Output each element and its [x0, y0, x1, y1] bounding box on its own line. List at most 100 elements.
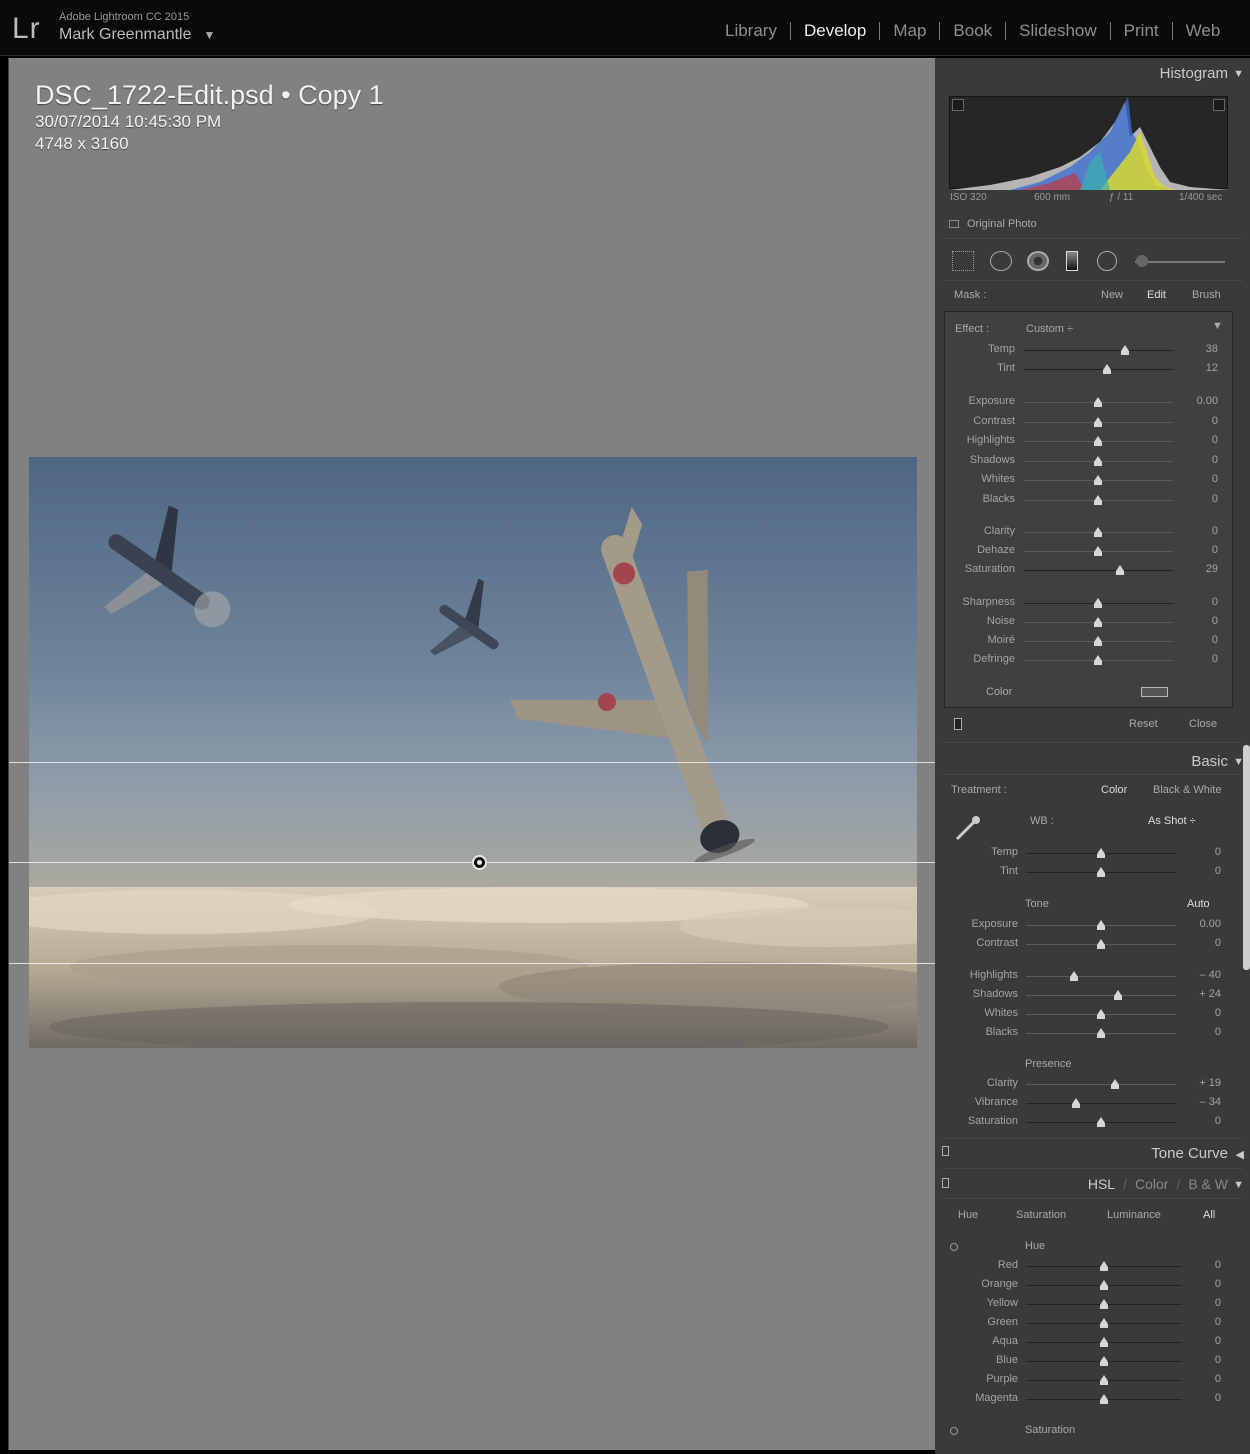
wb-eyedropper-icon[interactable]	[953, 813, 983, 843]
wb-select[interactable]: As Shot ÷	[1148, 815, 1196, 827]
tone-curve-expand-triangle-icon[interactable]: ◀	[1236, 1148, 1244, 1161]
hsl-subtab-luminance[interactable]: Luminance	[1107, 1209, 1161, 1221]
effect-sharpness-value[interactable]: 0	[1178, 596, 1218, 608]
tone-curve-switch-icon[interactable]	[942, 1146, 949, 1156]
basic-highlights-value[interactable]: – 40	[1181, 969, 1221, 981]
image-canvas[interactable]: DSC_1722-Edit.psd • Copy 1 30/07/2014 10…	[8, 58, 935, 1450]
basic-temp-value[interactable]: 0	[1181, 846, 1221, 858]
slider-thumb[interactable]	[1094, 617, 1102, 627]
user-menu-arrow-icon[interactable]: ▼	[204, 28, 216, 42]
slider-thumb[interactable]	[1094, 397, 1102, 407]
histogram-header[interactable]: Histogram	[1160, 65, 1228, 82]
brush-size-slider[interactable]	[1135, 261, 1225, 263]
slider-thumb[interactable]	[1100, 1394, 1108, 1404]
tone-curve-header[interactable]: Tone Curve	[1151, 1145, 1228, 1162]
basic-vibrance-value[interactable]: – 34	[1181, 1096, 1221, 1108]
slider-thumb[interactable]	[1070, 971, 1078, 981]
basic-highlights-slider[interactable]	[1026, 971, 1176, 981]
slider-thumb[interactable]	[1100, 1375, 1108, 1385]
effect-collapse-triangle-icon[interactable]: ▼	[1212, 320, 1223, 332]
basic-blacks-slider[interactable]	[1026, 1028, 1176, 1038]
slider-thumb[interactable]	[1094, 598, 1102, 608]
gradient-guide-line[interactable]	[9, 762, 935, 763]
spot-removal-icon[interactable]	[990, 251, 1012, 271]
hue-green-value[interactable]: 0	[1181, 1316, 1221, 1328]
effect-noise-slider[interactable]	[1023, 617, 1173, 627]
slider-thumb[interactable]	[1094, 527, 1102, 537]
highlight-clipping-icon[interactable]	[1213, 99, 1225, 111]
effect-blacks-slider[interactable]	[1023, 494, 1173, 505]
effect-blacks-value[interactable]: 0	[1178, 493, 1218, 505]
hue-magenta-slider[interactable]	[1026, 1394, 1182, 1404]
effect-sharpness-slider[interactable]	[1023, 598, 1173, 608]
hue-aqua-slider[interactable]	[1026, 1337, 1182, 1347]
basic-blacks-value[interactable]: 0	[1181, 1026, 1221, 1038]
effect-dehaze-value[interactable]: 0	[1178, 544, 1218, 556]
slider-thumb[interactable]	[1111, 1079, 1120, 1089]
hue-blue-slider[interactable]	[1026, 1356, 1182, 1366]
hue-red-slider[interactable]	[1026, 1261, 1182, 1271]
module-print[interactable]: Print	[1111, 22, 1173, 40]
hsl-subtab-hue[interactable]: Hue	[958, 1209, 978, 1221]
color-tab[interactable]: Color	[1135, 1176, 1168, 1192]
slider-thumb[interactable]	[1097, 1009, 1105, 1019]
effect-highlights-value[interactable]: 0	[1178, 434, 1218, 446]
hsl-collapse-triangle-icon[interactable]: ▼	[1233, 1179, 1244, 1191]
module-slideshow[interactable]: Slideshow	[1006, 22, 1111, 40]
effect-whites-value[interactable]: 0	[1178, 473, 1218, 485]
basic-saturation-value[interactable]: 0	[1181, 1115, 1221, 1127]
mask-edit-button[interactable]: Edit	[1147, 289, 1166, 301]
slider-thumb[interactable]	[1094, 416, 1102, 427]
hsl-tab[interactable]: HSL	[1088, 1176, 1115, 1192]
hue-magenta-value[interactable]: 0	[1181, 1392, 1221, 1404]
mask-new-button[interactable]: New	[1101, 289, 1123, 301]
effect-highlights-slider[interactable]	[1023, 436, 1173, 446]
effect-moir-slider[interactable]	[1023, 636, 1173, 646]
treatment-color-button[interactable]: Color	[1101, 784, 1127, 796]
effect-noise-value[interactable]: 0	[1178, 615, 1218, 627]
effect-contrast-slider[interactable]	[1023, 416, 1173, 427]
slider-thumb[interactable]	[1094, 455, 1102, 466]
mask-brush-button[interactable]: Brush	[1192, 289, 1221, 301]
effect-exposure-slider[interactable]	[1023, 397, 1173, 407]
effect-saturation-value[interactable]: 29	[1178, 563, 1218, 575]
effect-tint-slider[interactable]	[1023, 364, 1173, 374]
identity-plate[interactable]: Mark Greenmantle ▼	[59, 26, 215, 44]
original-photo-checkbox[interactable]	[949, 220, 959, 228]
hue-yellow-value[interactable]: 0	[1181, 1297, 1221, 1309]
module-book[interactable]: Book	[940, 22, 1007, 40]
saturation-targeted-adjust-icon[interactable]	[950, 1427, 958, 1435]
treatment-bw-button[interactable]: Black & White	[1153, 784, 1221, 796]
close-button[interactable]: Close	[1189, 718, 1217, 730]
slider-thumb[interactable]	[1094, 636, 1102, 646]
effect-defringe-slider[interactable]	[1023, 655, 1173, 665]
slider-thumb[interactable]	[1094, 546, 1102, 556]
slider-thumb[interactable]	[1094, 655, 1102, 665]
basic-shadows-value[interactable]: + 24	[1181, 988, 1221, 1000]
slider-thumb[interactable]	[1100, 1356, 1108, 1366]
effect-clarity-value[interactable]: 0	[1178, 525, 1218, 537]
effect-temp-slider[interactable]	[1023, 345, 1173, 355]
slider-thumb[interactable]	[1071, 1098, 1080, 1108]
basic-tint-slider[interactable]	[1026, 867, 1176, 877]
slider-thumb[interactable]	[1100, 1337, 1108, 1347]
effect-dehaze-slider[interactable]	[1023, 546, 1173, 556]
module-library[interactable]: Library	[712, 22, 791, 40]
hue-targeted-adjust-icon[interactable]	[950, 1243, 958, 1251]
basic-whites-slider[interactable]	[1026, 1009, 1176, 1019]
shadow-clipping-icon[interactable]	[952, 99, 964, 111]
effect-temp-value[interactable]: 38	[1178, 343, 1218, 355]
hue-red-value[interactable]: 0	[1181, 1259, 1221, 1271]
basic-temp-slider[interactable]	[1026, 848, 1176, 858]
basic-clarity-slider[interactable]	[1026, 1079, 1176, 1089]
effect-defringe-value[interactable]: 0	[1178, 653, 1218, 665]
auto-tone-button[interactable]: Auto	[1187, 898, 1210, 910]
basic-saturation-slider[interactable]	[1026, 1117, 1176, 1127]
effect-clarity-slider[interactable]	[1023, 527, 1173, 537]
collapse-triangle-icon[interactable]: ▼	[1233, 68, 1244, 80]
slider-thumb[interactable]	[1113, 990, 1122, 1000]
radial-filter-icon[interactable]	[1097, 251, 1117, 271]
gradient-guide-line[interactable]	[9, 963, 935, 964]
basic-clarity-value[interactable]: + 19	[1181, 1077, 1221, 1089]
slider-thumb[interactable]	[1097, 848, 1105, 858]
